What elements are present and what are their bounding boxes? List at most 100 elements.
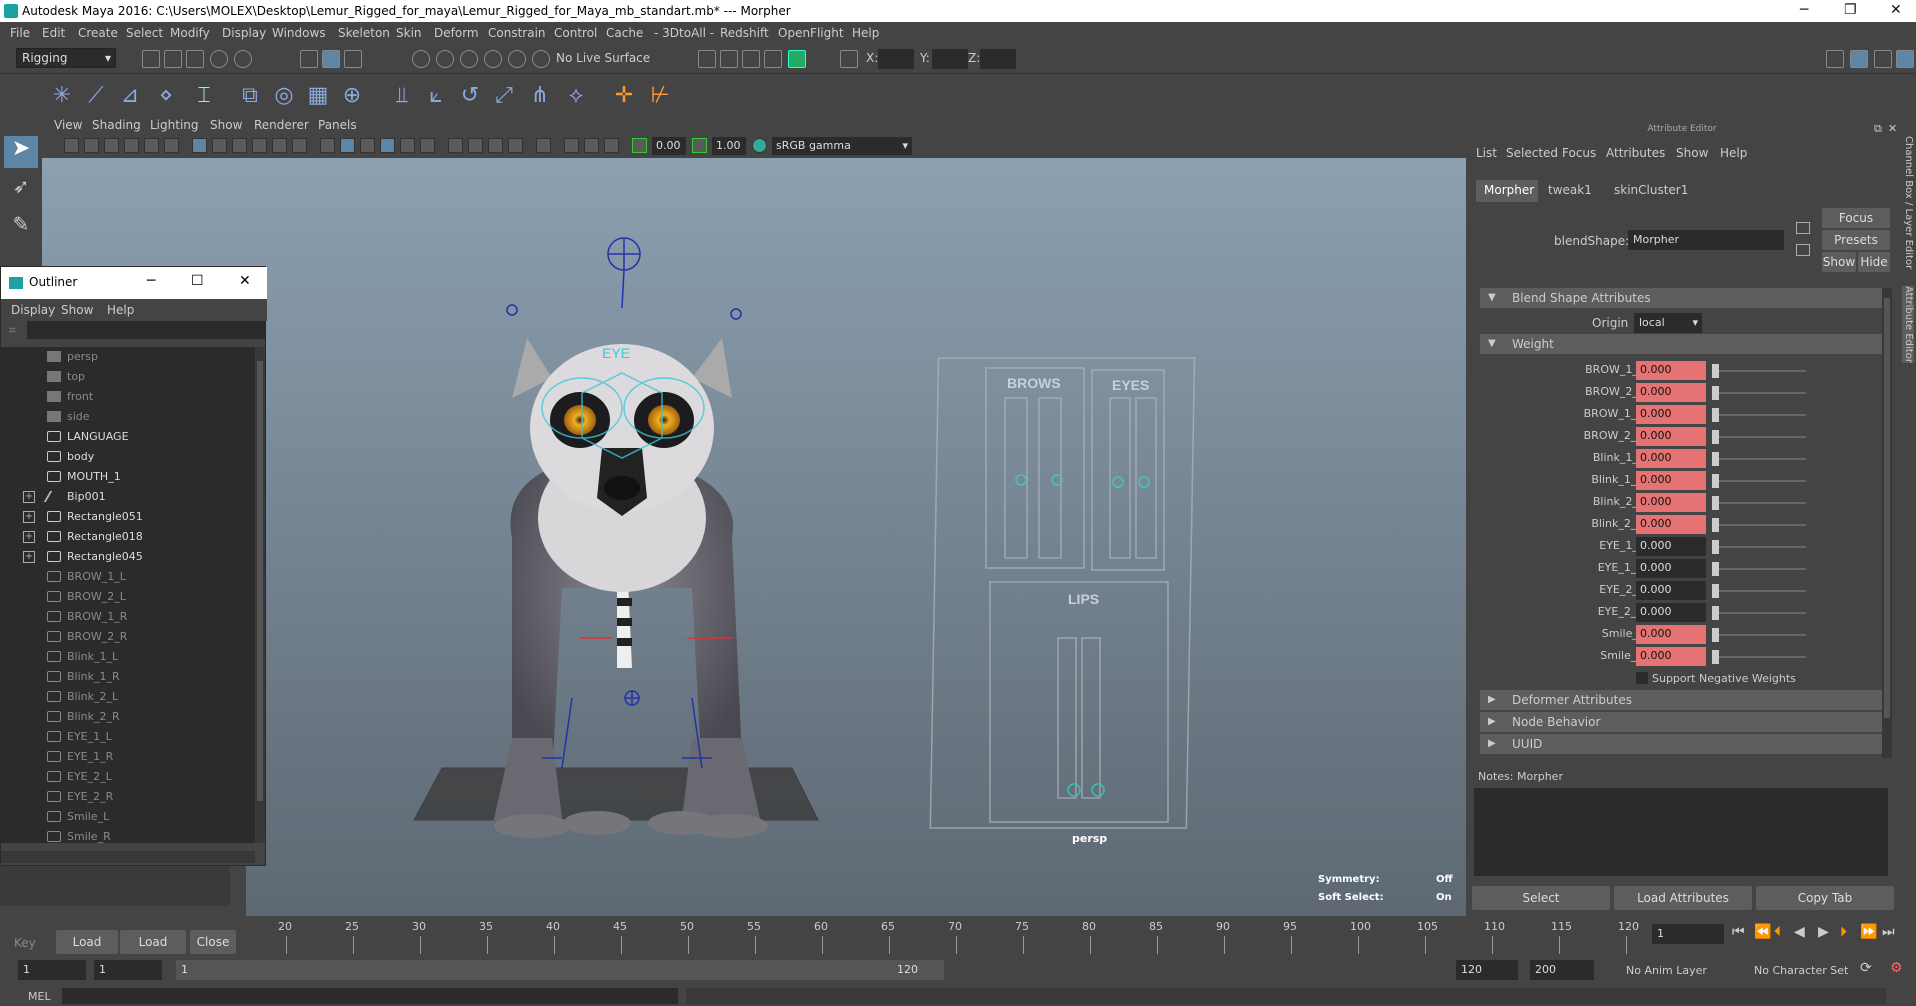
weight-field[interactable]: 0.000 bbox=[1636, 383, 1706, 402]
orient-constraint-icon[interactable]: ↺ bbox=[456, 82, 484, 110]
menu-modify[interactable]: Modify bbox=[170, 26, 210, 40]
go-to-end-icon[interactable]: ⏭ bbox=[1882, 924, 1895, 940]
outliner-h-scrollbar[interactable] bbox=[1, 851, 255, 863]
attribute-editor-scrollbar[interactable] bbox=[1882, 288, 1892, 758]
outliner-menu-display[interactable]: Display bbox=[11, 303, 55, 317]
hide-button[interactable]: Hide bbox=[1858, 252, 1890, 272]
exposure-field[interactable]: 0.00 bbox=[652, 137, 686, 155]
gate-mask-icon[interactable] bbox=[252, 138, 267, 153]
focus-button[interactable]: Focus bbox=[1822, 208, 1890, 228]
menu-control[interactable]: Control bbox=[554, 26, 597, 40]
channel-box-toggle-icon[interactable] bbox=[1896, 50, 1914, 68]
outliner-scrollbar[interactable] bbox=[255, 347, 265, 843]
weight-slider[interactable] bbox=[1716, 590, 1806, 592]
insert-joint-icon[interactable]: ⟋ bbox=[82, 82, 110, 110]
attribute-editor-tab[interactable]: Attribute Editor bbox=[1902, 286, 1914, 363]
menu-skin[interactable]: Skin bbox=[396, 26, 422, 40]
render-settings-icon[interactable] bbox=[764, 50, 782, 68]
minimize-icon[interactable]: ─ bbox=[1800, 2, 1808, 18]
open-scene-icon[interactable] bbox=[164, 50, 182, 68]
outliner-item[interactable]: + Bip001 bbox=[1, 487, 255, 507]
weight-field[interactable]: 0.000 bbox=[1636, 493, 1706, 512]
weight-slider[interactable] bbox=[1716, 546, 1806, 548]
attribute-editor-toggle-icon[interactable] bbox=[1850, 50, 1868, 68]
panel-menu-renderer[interactable]: Renderer bbox=[254, 118, 309, 132]
outliner-item[interactable]: BROW_1_R bbox=[1, 607, 255, 627]
origin-dropdown[interactable]: local ▾ bbox=[1634, 313, 1702, 333]
camera-attr-icon[interactable] bbox=[64, 138, 79, 153]
outliner-item[interactable]: Blink_2_R bbox=[1, 707, 255, 727]
outliner-item[interactable]: + Rectangle051 bbox=[1, 507, 255, 527]
outliner-item[interactable]: Smile_L bbox=[1, 807, 255, 827]
section-node-behavior[interactable]: ▶ Node Behavior bbox=[1480, 712, 1884, 732]
ae-menu-list[interactable]: List bbox=[1476, 146, 1497, 160]
snap-point-icon[interactable] bbox=[460, 50, 478, 68]
weight-field[interactable]: 0.000 bbox=[1636, 515, 1706, 534]
expand-icon[interactable]: + bbox=[23, 551, 35, 563]
menu-help[interactable]: Help bbox=[852, 26, 879, 40]
outliner-item[interactable]: EYE_1_R bbox=[1, 747, 255, 767]
menu-edit[interactable]: Edit bbox=[42, 26, 65, 40]
bookmark-icon[interactable] bbox=[104, 138, 119, 153]
weight-slider[interactable] bbox=[1716, 612, 1806, 614]
slider-handle[interactable] bbox=[1712, 562, 1719, 576]
select-hierarchy-icon[interactable] bbox=[300, 50, 318, 68]
menu-redshift[interactable]: Redshift bbox=[720, 26, 769, 40]
menu-constrain[interactable]: Constrain bbox=[488, 26, 546, 40]
minimize-icon[interactable]: ─ bbox=[147, 273, 155, 289]
step-back-key-icon[interactable]: ⏴ bbox=[1774, 924, 1781, 940]
presets-node-icon[interactable] bbox=[1796, 244, 1810, 256]
menu-deform[interactable]: Deform bbox=[434, 26, 479, 40]
parent-constraint-icon[interactable]: ⋔ bbox=[526, 82, 554, 110]
outliner-item[interactable]: BROW_2_L bbox=[1, 587, 255, 607]
character-set-dropdown[interactable]: No Character Set bbox=[1754, 964, 1848, 977]
outliner-window[interactable]: Outliner ─ ☐ ✕ Display Show Help ⌗ persp to… bbox=[0, 266, 267, 866]
load-driven-button[interactable]: Load Driven bbox=[120, 930, 186, 973]
slider-handle[interactable] bbox=[1712, 474, 1719, 488]
outliner-list[interactable]: persp top front side LANGUAGE body MOUTH_1 + Bip… bbox=[1, 347, 255, 843]
camera-tools-icon[interactable] bbox=[84, 138, 99, 153]
panel-menu-view[interactable]: View bbox=[54, 118, 82, 132]
outliner-titlebar[interactable]: Outliner ─ ☐ ✕ bbox=[1, 267, 267, 299]
float-icon[interactable]: ⧉ bbox=[1874, 122, 1882, 136]
locator-icon[interactable]: ✛ bbox=[610, 82, 638, 110]
outliner-item[interactable]: MOUTH_1 bbox=[1, 467, 255, 487]
menu-skeleton[interactable]: Skeleton bbox=[338, 26, 390, 40]
script-language-label[interactable]: MEL bbox=[28, 990, 51, 1003]
select-component-icon[interactable] bbox=[344, 50, 362, 68]
menu-select[interactable]: Select bbox=[126, 26, 163, 40]
show-button[interactable]: Show bbox=[1822, 252, 1856, 272]
node-name-field[interactable]: Morpher bbox=[1628, 230, 1784, 250]
weight-field[interactable]: 0.000 bbox=[1636, 427, 1706, 446]
hypershade-icon[interactable] bbox=[788, 50, 806, 68]
anim-layer-dropdown[interactable]: No Anim Layer bbox=[1626, 964, 1707, 977]
weight-slider[interactable] bbox=[1716, 458, 1806, 460]
ipr-render-icon[interactable] bbox=[742, 50, 760, 68]
outliner-item[interactable]: + Rectangle045 bbox=[1, 547, 255, 567]
pole-vector-icon[interactable]: ⟡ bbox=[562, 82, 590, 110]
playback-end-field[interactable]: 120 bbox=[1456, 960, 1518, 980]
tab-skincluster1[interactable]: skinCluster1 bbox=[1606, 180, 1688, 202]
shadows-icon[interactable] bbox=[420, 138, 435, 153]
step-forward-icon[interactable]: ⏩ bbox=[1860, 924, 1877, 940]
outliner-item[interactable]: EYE_2_L bbox=[1, 767, 255, 787]
scale-constraint-icon[interactable]: ⤢ bbox=[490, 82, 518, 110]
outliner-item[interactable]: EYE_1_L bbox=[1, 727, 255, 747]
ae-menu-show[interactable]: Show bbox=[1676, 146, 1708, 160]
field-chart-icon[interactable] bbox=[272, 138, 287, 153]
outliner-item[interactable]: Blink_1_L bbox=[1, 647, 255, 667]
load-driver-button[interactable]: Load Drive bbox=[56, 930, 118, 973]
outliner-item[interactable]: Blink_1_R bbox=[1, 667, 255, 687]
weight-field[interactable]: 0.000 bbox=[1636, 603, 1706, 622]
menu-create[interactable]: Create bbox=[78, 26, 118, 40]
save-scene-icon[interactable] bbox=[186, 50, 204, 68]
weight-slider[interactable] bbox=[1716, 436, 1806, 438]
close-icon[interactable]: ✕ bbox=[1890, 2, 1902, 18]
auto-key-icon[interactable]: ⟳ bbox=[1860, 960, 1872, 976]
slider-handle[interactable] bbox=[1712, 364, 1719, 378]
bind-skin-icon[interactable]: ⌶ bbox=[190, 82, 218, 110]
weight-field[interactable]: 0.000 bbox=[1636, 537, 1706, 556]
xray-icon[interactable] bbox=[564, 138, 579, 153]
lemur-model[interactable] bbox=[492, 338, 768, 838]
outliner-item[interactable]: persp bbox=[1, 347, 255, 367]
